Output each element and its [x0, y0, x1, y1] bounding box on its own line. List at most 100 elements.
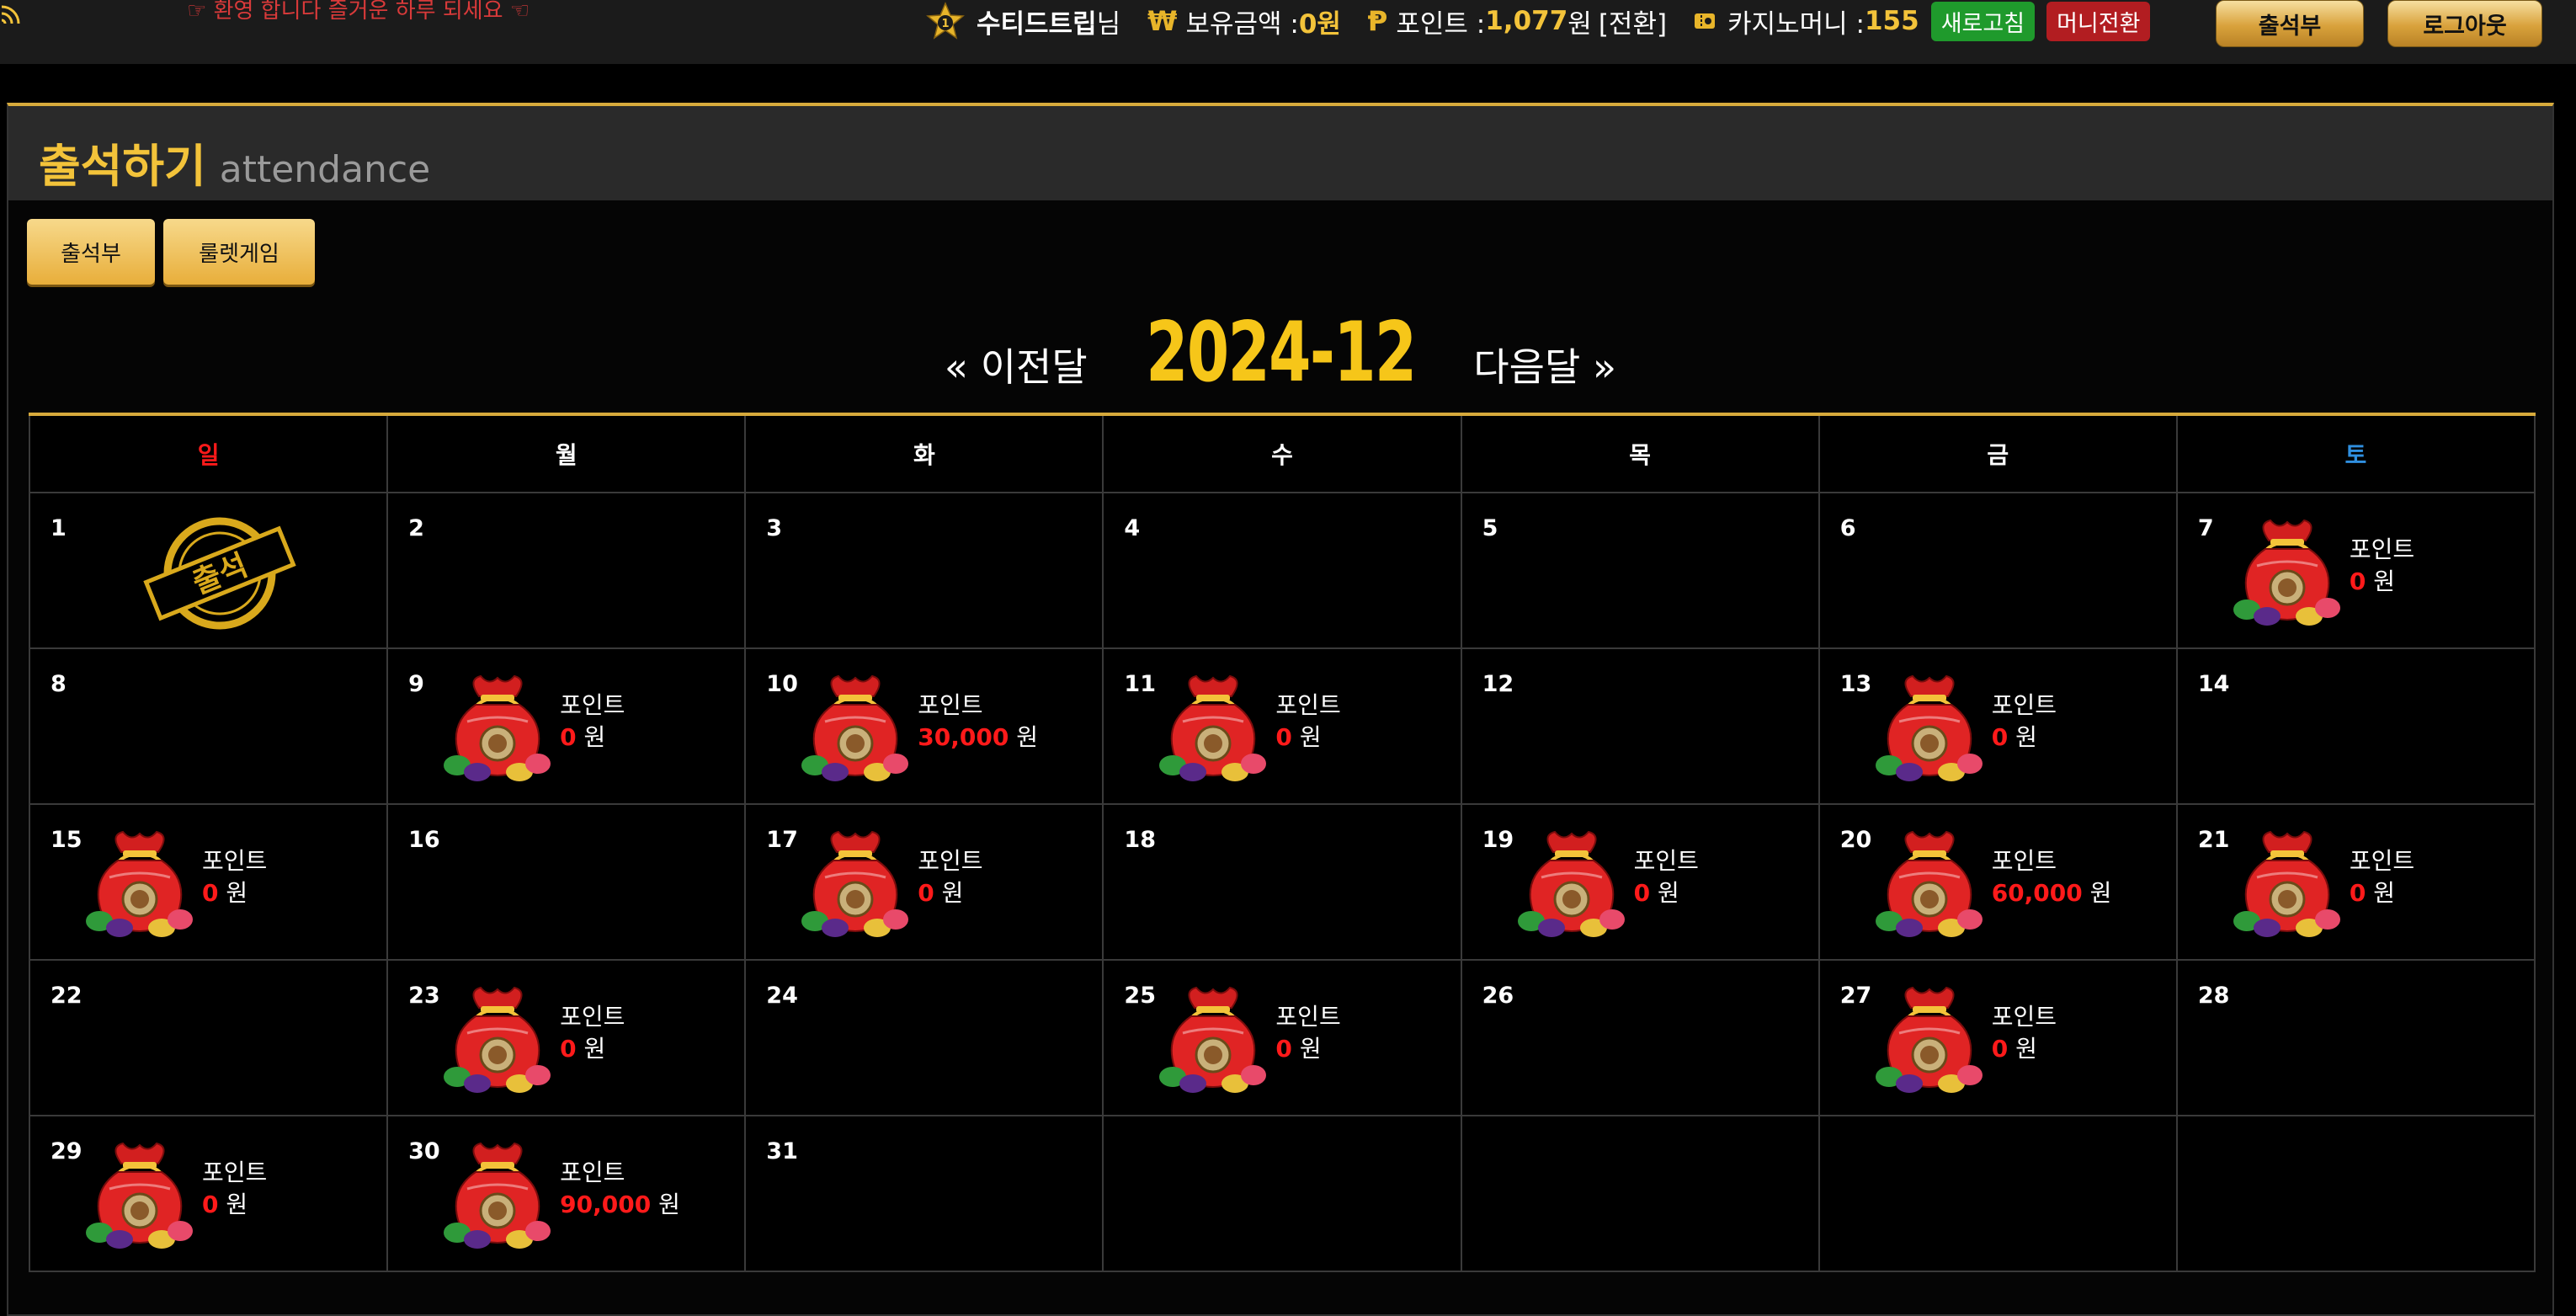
- top-bar: ☞ 환영 합니다 즐거운 하루 되세요 ☜ 1 수티드트립 님 ₩ 보유금액 :…: [0, 0, 2576, 64]
- reward-amount: 0 원: [1275, 722, 1340, 754]
- logout-button[interactable]: 로그아웃: [2387, 0, 2542, 47]
- calendar-day-cell: 14: [2175, 647, 2536, 805]
- day-number: 26: [1482, 983, 1514, 1009]
- balance-label: 보유금액 :: [1185, 8, 1299, 40]
- day-number: 9: [408, 671, 424, 697]
- calendar-day-cell: 29 포인트 0 원: [28, 1115, 389, 1272]
- calendar-day-cell: 22: [28, 959, 389, 1116]
- calendar-week-row: 89 포인트 0 원 10 포인트 30,000 원 11 포인트 0 원 12…: [28, 647, 2536, 805]
- reward-amount: 0 원: [202, 877, 267, 909]
- reward-amount: 0 원: [1992, 722, 2057, 754]
- reward-info: 포인트 0 원: [2350, 845, 2414, 909]
- reward-points: 0: [1991, 1035, 2009, 1063]
- day-number: 31: [766, 1138, 798, 1164]
- day-number: 28: [2197, 983, 2230, 1009]
- reward-info: 포인트 0 원: [1275, 690, 1340, 754]
- reward-label: 포인트: [918, 847, 983, 875]
- weekday-mon: 월: [386, 413, 747, 493]
- calendar-day-cell: 10 포인트 30,000 원: [744, 647, 1104, 805]
- calendar-empty-cell: [1460, 1115, 1820, 1272]
- reward-points: 30,000: [918, 723, 1009, 751]
- money-convert-button[interactable]: 머니전환: [2046, 1, 2151, 41]
- reward-points: 60,000: [1991, 879, 2083, 907]
- day-number: 12: [1482, 671, 1514, 697]
- lucky-bag-icon: [2233, 830, 2340, 937]
- day-number: 5: [1482, 515, 1498, 541]
- calendar-day-cell: 31: [744, 1115, 1104, 1272]
- calendar-day-cell: 27 포인트 0 원: [1818, 959, 2178, 1116]
- calendar-day-cell: 12: [1460, 647, 1820, 805]
- lucky-bag-icon: [444, 674, 551, 781]
- day-number: 6: [1839, 515, 1856, 541]
- balance-value: 0원: [1298, 8, 1341, 40]
- next-month-link[interactable]: 다음달 »: [1473, 337, 1616, 392]
- weekday-sat: 토: [2175, 413, 2536, 493]
- attendance-stamp-icon: 출석: [143, 517, 296, 630]
- tab-roulette[interactable]: 룰렛게임: [163, 219, 315, 285]
- convert-link[interactable]: [전환]: [1599, 3, 1667, 40]
- won-icon: ₩: [1147, 5, 1178, 37]
- reward-unit: 원: [583, 723, 606, 751]
- day-number: 24: [766, 983, 798, 1009]
- calendar-day-cell: 13 포인트 0 원: [1818, 647, 2178, 805]
- reward-points: 0: [1275, 1035, 1292, 1063]
- calendar-day-cell: 5: [1460, 492, 1820, 649]
- weekday-wed: 수: [1102, 413, 1462, 493]
- reward-label: 포인트: [1991, 1003, 2057, 1031]
- reward-points: 0: [560, 1035, 577, 1063]
- calendar-day-cell: 6: [1818, 492, 2178, 649]
- reward-amount: 0 원: [560, 722, 625, 754]
- reward-points: 0: [1275, 723, 1292, 751]
- refresh-button[interactable]: 새로고침: [1930, 1, 2036, 41]
- calendar-day-cell: 26: [1460, 959, 1820, 1116]
- reward-info: 포인트 0 원: [1275, 1001, 1340, 1065]
- calendar-day-cell: 11 포인트 0 원: [1102, 647, 1462, 805]
- reward-amount: 0 원: [1634, 877, 1699, 909]
- day-number: 30: [408, 1138, 440, 1164]
- calendar-day-cell: 16: [386, 803, 747, 961]
- day-number: 21: [2197, 827, 2230, 853]
- attendance-header-button[interactable]: 출석부: [2216, 0, 2364, 47]
- reward-amount: 30,000 원: [918, 722, 1038, 754]
- day-number: 23: [408, 983, 440, 1009]
- calendar-empty-cell: [1818, 1115, 2178, 1272]
- calendar-empty-cell: [1102, 1115, 1462, 1272]
- reward-unit: 원: [1299, 1035, 1322, 1063]
- reward-label: 포인트: [918, 691, 983, 719]
- reward-label: 포인트: [202, 847, 268, 875]
- reward-amount: 90,000 원: [560, 1189, 680, 1221]
- calendar-day-cell: 20 포인트 60,000 원: [1818, 803, 2178, 961]
- reward-points: 0: [560, 723, 577, 751]
- reward-points: 0: [2349, 567, 2366, 595]
- lucky-bag-icon: [1875, 986, 1983, 1093]
- reward-amount: 0 원: [1275, 1033, 1340, 1065]
- month-navigation: « 이전달 2024-12 다음달 »: [8, 300, 2552, 401]
- lucky-bag-icon: [1875, 830, 1983, 937]
- prev-month-link[interactable]: « 이전달: [945, 337, 1088, 392]
- lucky-bag-icon: [801, 674, 909, 781]
- reward-points: 0: [1991, 723, 2009, 751]
- reward-unit: 원: [1657, 879, 1679, 907]
- panel-header: 출석하기 attendance: [8, 106, 2552, 200]
- page-title: 출석하기: [39, 140, 206, 193]
- reward-info: 포인트 0 원: [1992, 1001, 2057, 1065]
- point-icon: Ᵽ: [1367, 5, 1388, 37]
- current-month: 2024-12: [1145, 305, 1417, 401]
- tab-attendance[interactable]: 출석부: [27, 219, 155, 285]
- calendar-day-cell: 7 포인트 0 원: [2175, 492, 2536, 649]
- honorific: 님: [1096, 8, 1121, 40]
- attendance-panel: 출석하기 attendance 출석부 룰렛게임 « 이전달 2024-12 다…: [7, 103, 2554, 1316]
- calendar-day-cell: 4: [1102, 492, 1462, 649]
- reward-label: 포인트: [560, 1003, 625, 1031]
- lucky-bag-icon: [1517, 830, 1625, 937]
- calendar-day-cell: 25 포인트 0 원: [1102, 959, 1462, 1116]
- day-number: 4: [1124, 515, 1141, 541]
- reward-label: 포인트: [202, 1159, 268, 1186]
- day-number: 7: [2197, 515, 2214, 541]
- calendar-week-row: 15 포인트 0 원 16 17 포인트 0 원 18 19 포인트 0 원 2…: [28, 803, 2536, 961]
- calendar-day-cell: 2: [386, 492, 747, 649]
- reward-label: 포인트: [1275, 1003, 1341, 1031]
- reward-info: 포인트 0 원: [2350, 534, 2414, 598]
- calendar-week-row: 29 포인트 0 원 30 포인트 90,000 원 31: [28, 1115, 2536, 1272]
- reward-points: 90,000: [560, 1191, 652, 1218]
